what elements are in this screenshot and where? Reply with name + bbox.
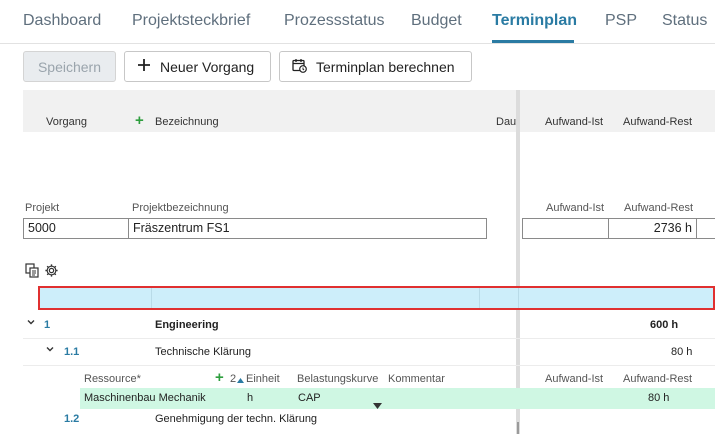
tab-terminplan[interactable]: Terminplan xyxy=(492,12,577,30)
sort-up-icon[interactable] xyxy=(237,370,244,388)
project-aufwand-ist-label: Aufwand-Ist xyxy=(546,202,605,214)
resource-header-belastungskurve[interactable]: Belastungskurve xyxy=(297,373,378,385)
row-aufwand-rest: 600 h xyxy=(650,319,679,331)
row-number: 1.2 xyxy=(64,413,80,425)
calculate-schedule-label: Terminplan berechnen xyxy=(316,58,455,75)
project-aufwand-rest-label: Aufwand-Rest xyxy=(624,202,694,214)
cell-divider xyxy=(479,288,480,308)
tab-status[interactable]: Status xyxy=(662,12,707,30)
save-button[interactable]: Speichern xyxy=(23,51,116,82)
calculate-schedule-button[interactable]: Terminplan berechnen xyxy=(279,51,472,82)
row-number: 1.1 xyxy=(64,346,80,358)
resource-count: 2 xyxy=(230,373,237,385)
row-name: Technische Klärung xyxy=(155,346,252,358)
gear-icon[interactable] xyxy=(44,263,59,282)
tab-dashboard[interactable]: Dashboard xyxy=(23,12,101,30)
new-task-button[interactable]: Neuer Vorgang xyxy=(124,51,271,82)
calendar-clock-icon xyxy=(292,58,307,76)
resource-belastungskurve[interactable]: CAP xyxy=(298,392,321,404)
table-row[interactable]: 1.1 Technische Klärung 80 h xyxy=(23,340,715,366)
tab-projektsteckbrief[interactable]: Projektsteckbrief xyxy=(132,12,250,30)
column-header-aufwand-rest[interactable]: Aufwand-Rest xyxy=(623,116,692,128)
active-tab-indicator xyxy=(492,40,574,43)
project-aufwand-ist-field[interactable] xyxy=(522,218,609,239)
resource-header-einheit[interactable]: Einheit xyxy=(246,373,280,385)
resource-row[interactable]: Maschinenbau Mechanik h CAP 80 h xyxy=(80,388,715,409)
row-name: Genehmigung der techn. Klärung xyxy=(155,413,318,425)
cell-divider xyxy=(518,288,519,308)
resource-header-aufwand-rest[interactable]: Aufwand-Rest xyxy=(623,373,692,385)
table-row[interactable]: 1.2 Genehmigung der techn. Klärung xyxy=(23,408,715,434)
projektbezeichnung-label: Projektbezeichnung xyxy=(132,202,229,214)
add-resource-icon[interactable]: + xyxy=(215,369,224,386)
tab-bar: Dashboard Projektsteckbrief Prozessstatu… xyxy=(0,0,715,44)
grid-header xyxy=(23,90,715,132)
cell-divider xyxy=(151,288,152,308)
pane-splitter[interactable] xyxy=(516,90,520,434)
tab-psp[interactable]: PSP xyxy=(605,12,637,30)
copy-icon[interactable] xyxy=(25,263,40,282)
tab-prozessstatus[interactable]: Prozessstatus xyxy=(284,12,384,30)
toolbar: Speichern Neuer Vorgang Terminplan berec… xyxy=(0,44,715,90)
projektbezeichnung-field[interactable]: Fräszentrum FS1 xyxy=(128,218,487,239)
resource-aufwand-rest: 80 h xyxy=(648,392,670,404)
chevron-down-icon[interactable] xyxy=(26,317,36,330)
plus-icon xyxy=(137,58,151,75)
resource-header-kommentar[interactable]: Kommentar xyxy=(388,373,445,385)
resource-header-aufwand-ist[interactable]: Aufwand-Ist xyxy=(545,373,603,385)
column-header-dauer[interactable]: Dau xyxy=(496,116,516,128)
resource-einheit[interactable]: h xyxy=(247,392,253,404)
column-header-aufwand-ist[interactable]: Aufwand-Ist xyxy=(545,116,603,128)
row-number: 1 xyxy=(44,319,51,331)
projekt-label: Projekt xyxy=(25,202,60,214)
column-header-vorgang[interactable]: Vorgang xyxy=(46,116,87,128)
selected-row[interactable] xyxy=(38,286,715,310)
projekt-field[interactable]: 5000 xyxy=(23,218,129,239)
row-aufwand-rest: 80 h xyxy=(671,346,693,358)
resource-name[interactable]: Maschinenbau Mechanik xyxy=(84,392,206,404)
tab-budget[interactable]: Budget xyxy=(411,12,462,30)
chevron-down-icon[interactable] xyxy=(45,344,55,357)
project-field-overflow xyxy=(696,218,715,239)
save-button-label: Speichern xyxy=(37,58,102,75)
add-row-icon[interactable]: + xyxy=(135,112,144,129)
table-row[interactable]: 1 Engineering 600 h xyxy=(23,313,715,339)
new-task-label: Neuer Vorgang xyxy=(160,58,255,75)
scrollbar[interactable] xyxy=(517,422,519,434)
row-name: Engineering xyxy=(155,319,219,331)
project-aufwand-rest-field[interactable]: 2736 h xyxy=(608,218,697,239)
resource-header-ressource[interactable]: Ressource* xyxy=(84,373,141,385)
column-header-bezeichnung[interactable]: Bezeichnung xyxy=(155,116,219,128)
